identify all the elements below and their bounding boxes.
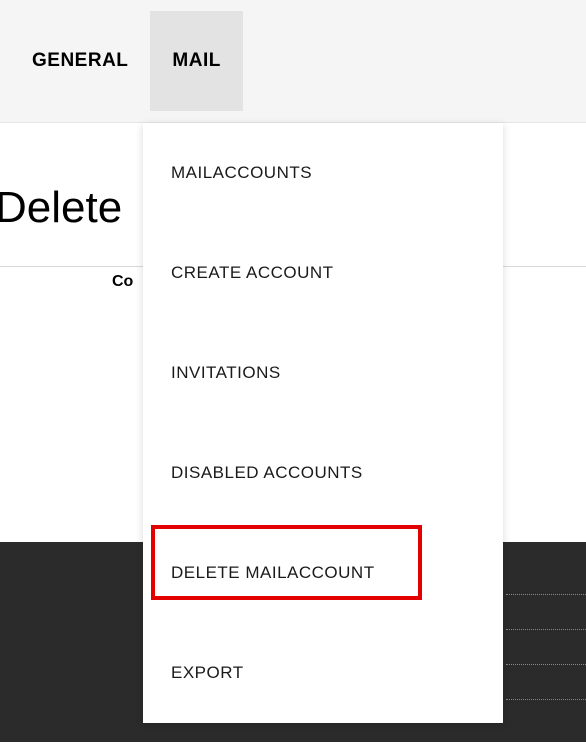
tab-general[interactable]: GENERAL: [10, 11, 150, 111]
menu-item-disabled-accounts[interactable]: DISABLED ACCOUNTS: [143, 423, 503, 523]
menu-item-mailaccounts[interactable]: MAILACCOUNTS: [143, 123, 503, 223]
tab-mail[interactable]: MAIL: [150, 11, 242, 111]
mail-dropdown-menu: MAILACCOUNTS CREATE ACCOUNT INVITATIONS …: [143, 123, 503, 723]
menu-item-create-account[interactable]: CREATE ACCOUNT: [143, 223, 503, 323]
menu-item-export[interactable]: EXPORT: [143, 623, 503, 723]
dotted-divider: [506, 699, 586, 700]
dotted-divider: [506, 594, 586, 595]
dotted-divider: [506, 629, 586, 630]
menu-item-invitations[interactable]: INVITATIONS: [143, 323, 503, 423]
dotted-divider: [506, 664, 586, 665]
menu-item-delete-mailaccount[interactable]: DELETE MAILACCOUNT: [143, 523, 503, 623]
top-navigation: GENERAL MAIL: [0, 0, 586, 123]
